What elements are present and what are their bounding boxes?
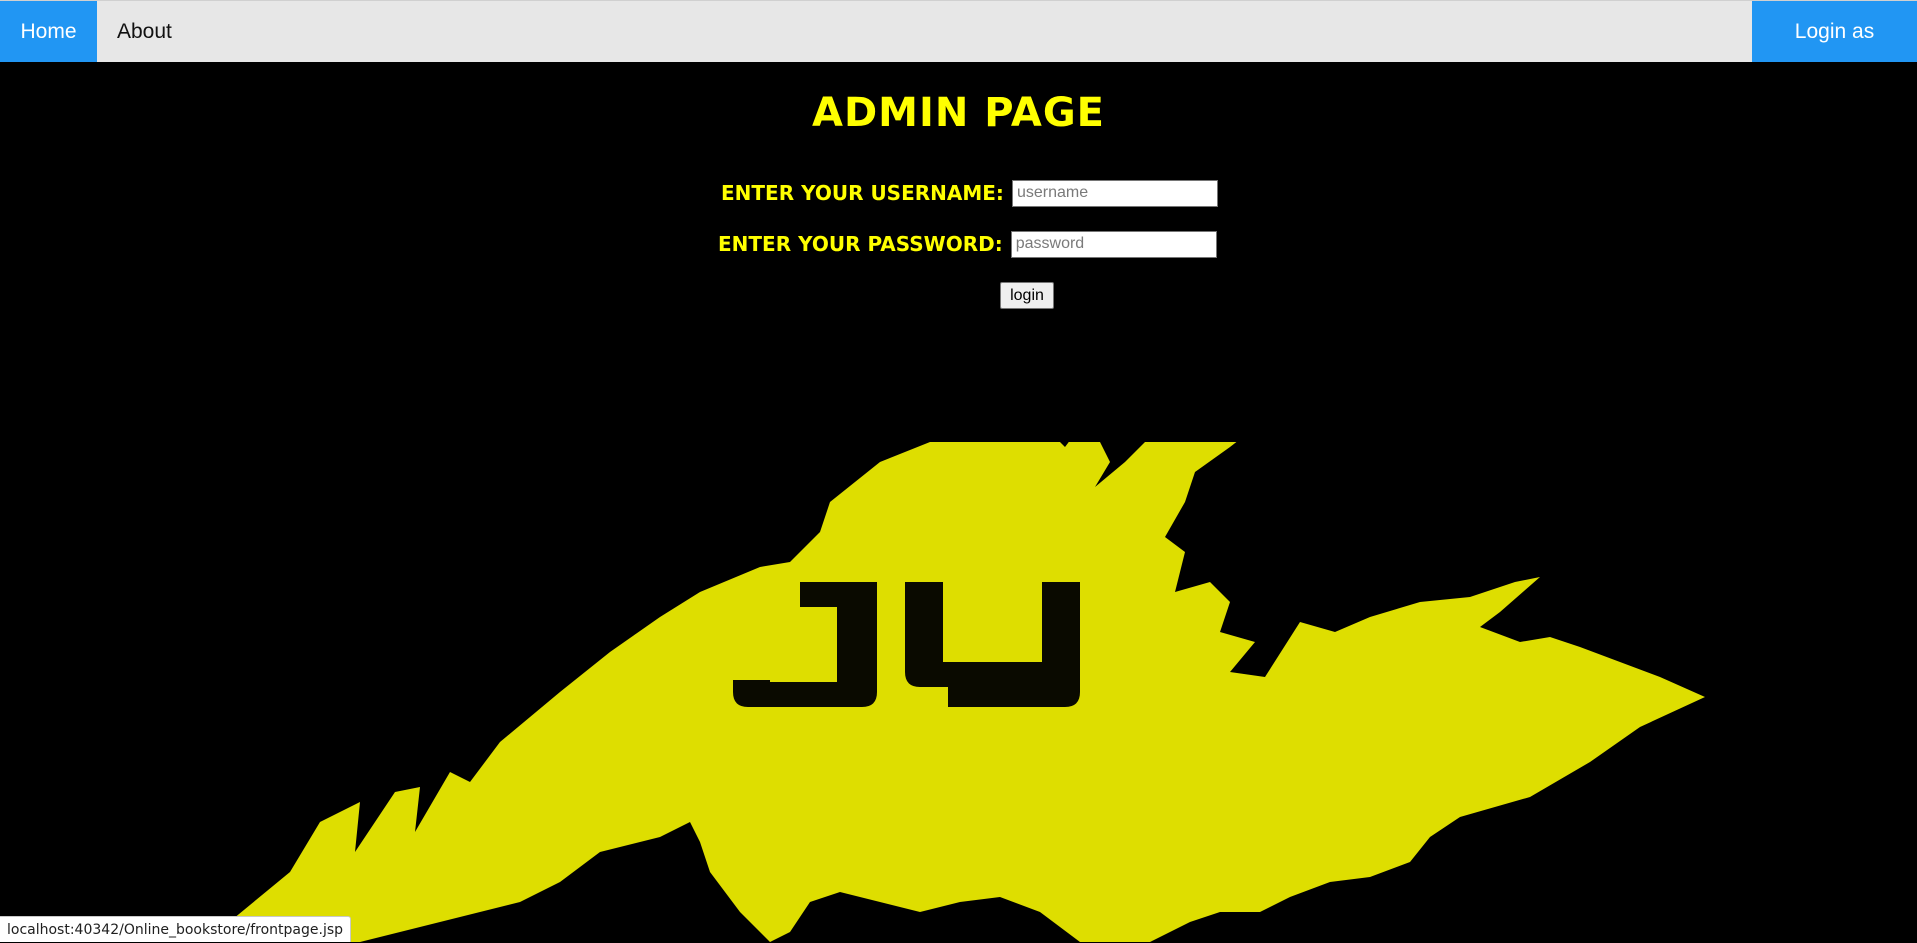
password-label: ENTER YOUR PASSWORD:	[718, 232, 1003, 256]
username-row: ENTER YOUR USERNAME:	[721, 178, 1218, 208]
main-content: ADMIN PAGE ENTER YOUR USERNAME: ENTER YO…	[0, 62, 1917, 942]
nav-login-as-user-link[interactable]: Login as user	[1752, 1, 1917, 63]
nav-home-link[interactable]: Home	[0, 1, 97, 63]
top-navbar: Home About Login as user	[0, 0, 1917, 62]
password-row: ENTER YOUR PASSWORD:	[718, 229, 1217, 259]
nav-about-link[interactable]: About	[97, 1, 192, 63]
page-title: ADMIN PAGE	[0, 90, 1917, 136]
yellow-splash-logo-icon	[0, 442, 1917, 942]
password-input[interactable]	[1011, 231, 1217, 258]
username-input[interactable]	[1012, 180, 1218, 207]
status-bar-url: localhost:40342/Online_bookstore/frontpa…	[0, 916, 351, 942]
username-label: ENTER YOUR USERNAME:	[721, 181, 1004, 205]
login-button[interactable]: login	[1000, 282, 1054, 309]
